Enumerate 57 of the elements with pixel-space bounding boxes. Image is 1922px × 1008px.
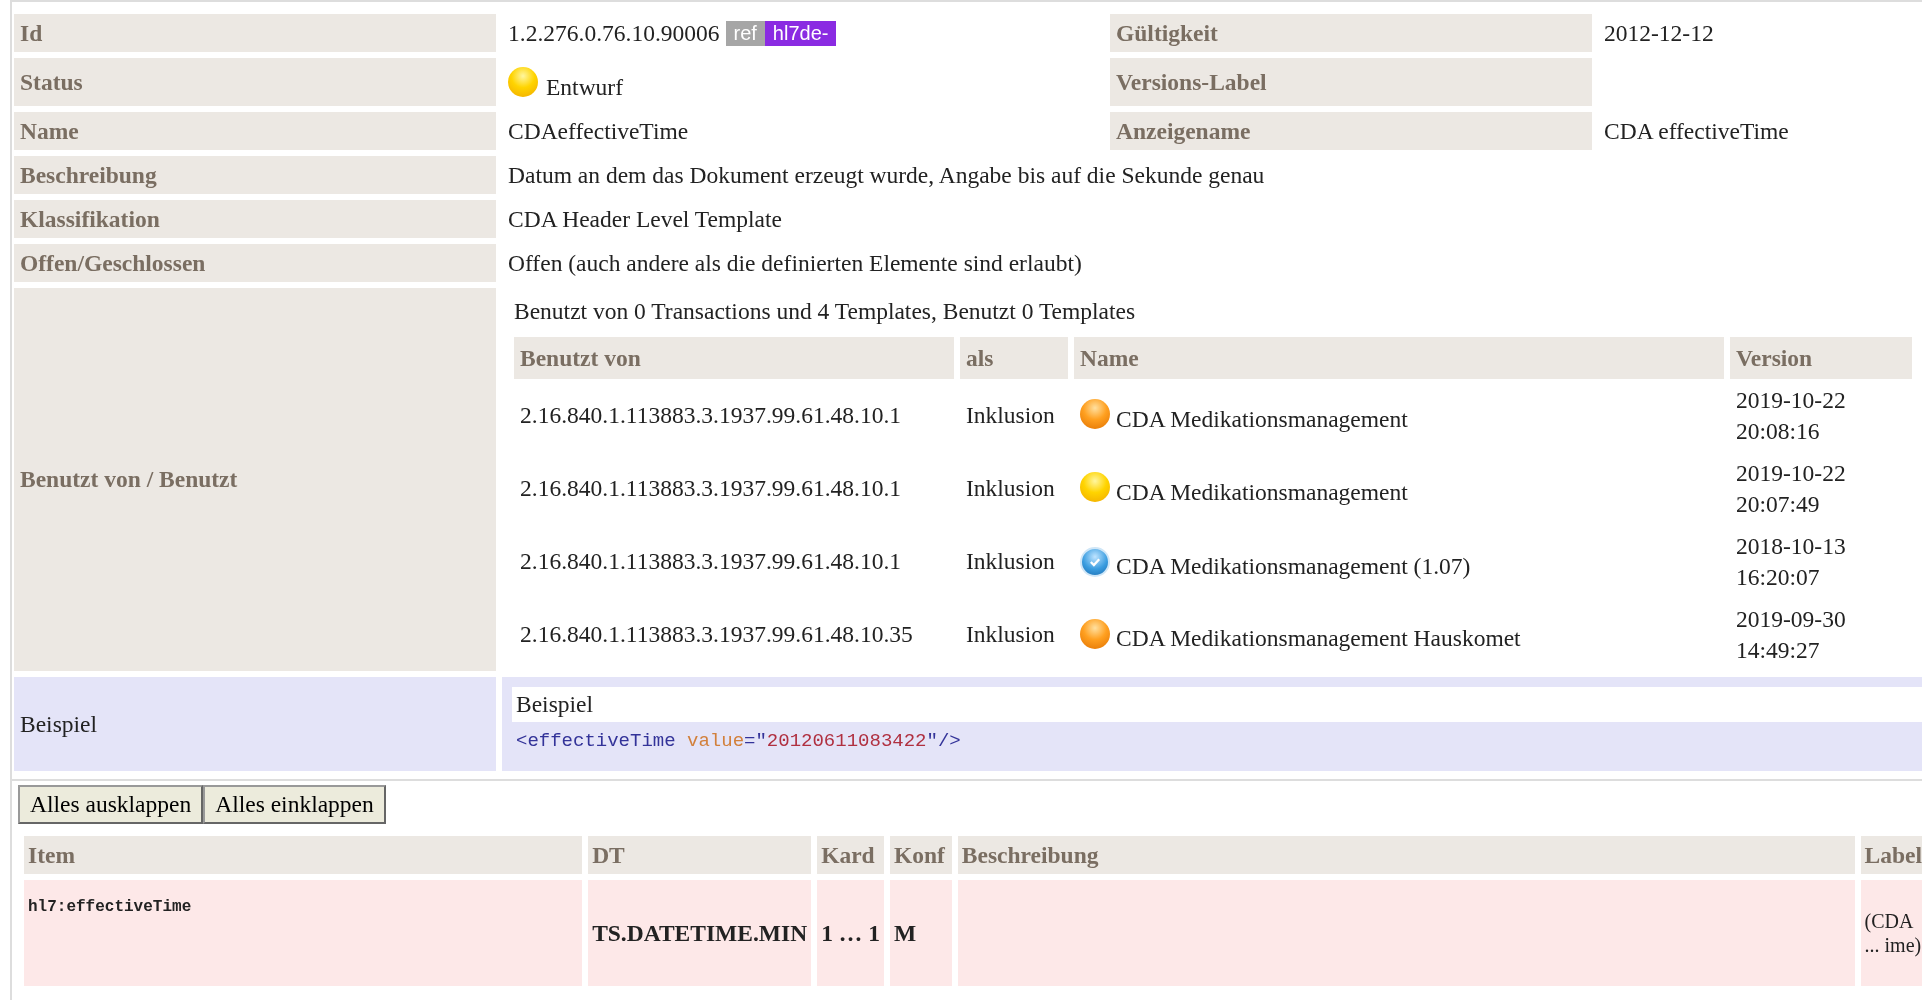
element-name: hl7:effectiveTime [28,898,192,917]
field-label: Offen/Geschlossen [14,244,496,282]
usage-type: Inklusion [966,475,1055,502]
field-label: Benutzt von / Benutzt [14,288,496,672]
template-link[interactable]: CDA Medikationsmanagement (1.07) [1116,553,1471,581]
version-date: 2019-09-30 14:49:27 [1736,605,1847,665]
field-label: Versions-Label [1110,58,1592,106]
field-label: Beispiel [14,677,496,772]
template-link[interactable]: CDA Medikationsmanagement [1116,405,1408,433]
usage-type: Inklusion [966,402,1055,429]
template-oid: 2.16.840.1.113883.3.1937.99.61.48.10.35 [520,621,913,648]
field-label: Id [14,14,496,52]
field-label: Klassifikation [14,200,496,238]
label-text: (CDA ... ime) [1864,910,1922,957]
column-header: Label [1860,836,1922,875]
template-oid: 2.16.840.1.113883.3.1937.99.61.48.10.1 [520,475,901,502]
column-header: Konf [889,836,952,875]
column-header: Item [24,836,583,875]
field-value: Offen (auch andere als die definierten Elemente sind erlaubt) [507,248,1083,278]
field-label: Gültigkeit [1110,14,1592,52]
field-label: Beschreibung [14,156,496,194]
cardinality: 1 … 1 [821,919,880,946]
template-link[interactable]: CDA Medikationsmanagement [1116,478,1408,506]
field-value: CDA Header Level Template [507,204,783,234]
column-header: Kard [817,836,884,875]
usage-type: Inklusion [966,548,1055,575]
column-header: Version [1730,337,1912,379]
column-header: Beschreibung [957,836,1855,875]
template-link[interactable]: CDA Medikationsmanagement Hauskomet [1116,625,1521,653]
usage-type: Inklusion [966,621,1055,648]
version-date: 2019-10-22 20:08:16 [1736,386,1847,446]
version-date: 2018-10-13 16:20:07 [1736,532,1847,592]
validity-date: 2012-12-12 [1603,18,1715,48]
toggle-button[interactable]: Alles einklappen [203,785,386,825]
conformance: M [893,919,917,946]
template-name: CDAeffectiveTime [507,116,690,146]
display-name: CDA effectiveTime [1603,116,1790,146]
column-header: als [960,337,1068,379]
template-id: 1.2.276.0.76.10.90006 [508,19,720,47]
tag-label: hl7de- [764,20,837,46]
column-header: DT [588,836,812,875]
tag-label: ref [725,20,765,46]
field-label: Anzeigename [1110,112,1592,150]
status-text: Entwurf [546,73,623,101]
example-title: Beispiel [512,687,1922,723]
code-sample: <effectiveTime value="20120611083422"/> [515,729,962,755]
datatype: TS.DATETIME.MIN [592,919,808,946]
toggle-button[interactable]: Alles ausklappen [18,785,204,825]
template-oid: 2.16.840.1.113883.3.1937.99.61.48.10.1 [520,402,901,429]
usage-summary: Benutzt von 0 Transactions und 4 Templates, Benutzt 0 Templates [514,298,1137,326]
field-label: Name [14,112,496,150]
column-header: Name [1074,337,1724,379]
field-value: Datum an dem das Dokument erzeugt wurde, Angabe bis auf die Sekunde genau [507,160,1266,190]
field-label: Status [14,58,496,106]
column-header: Benutzt von [514,337,954,379]
version-date: 2019-10-22 20:07:49 [1736,459,1847,519]
template-oid: 2.16.840.1.113883.3.1937.99.61.48.10.1 [520,548,901,575]
